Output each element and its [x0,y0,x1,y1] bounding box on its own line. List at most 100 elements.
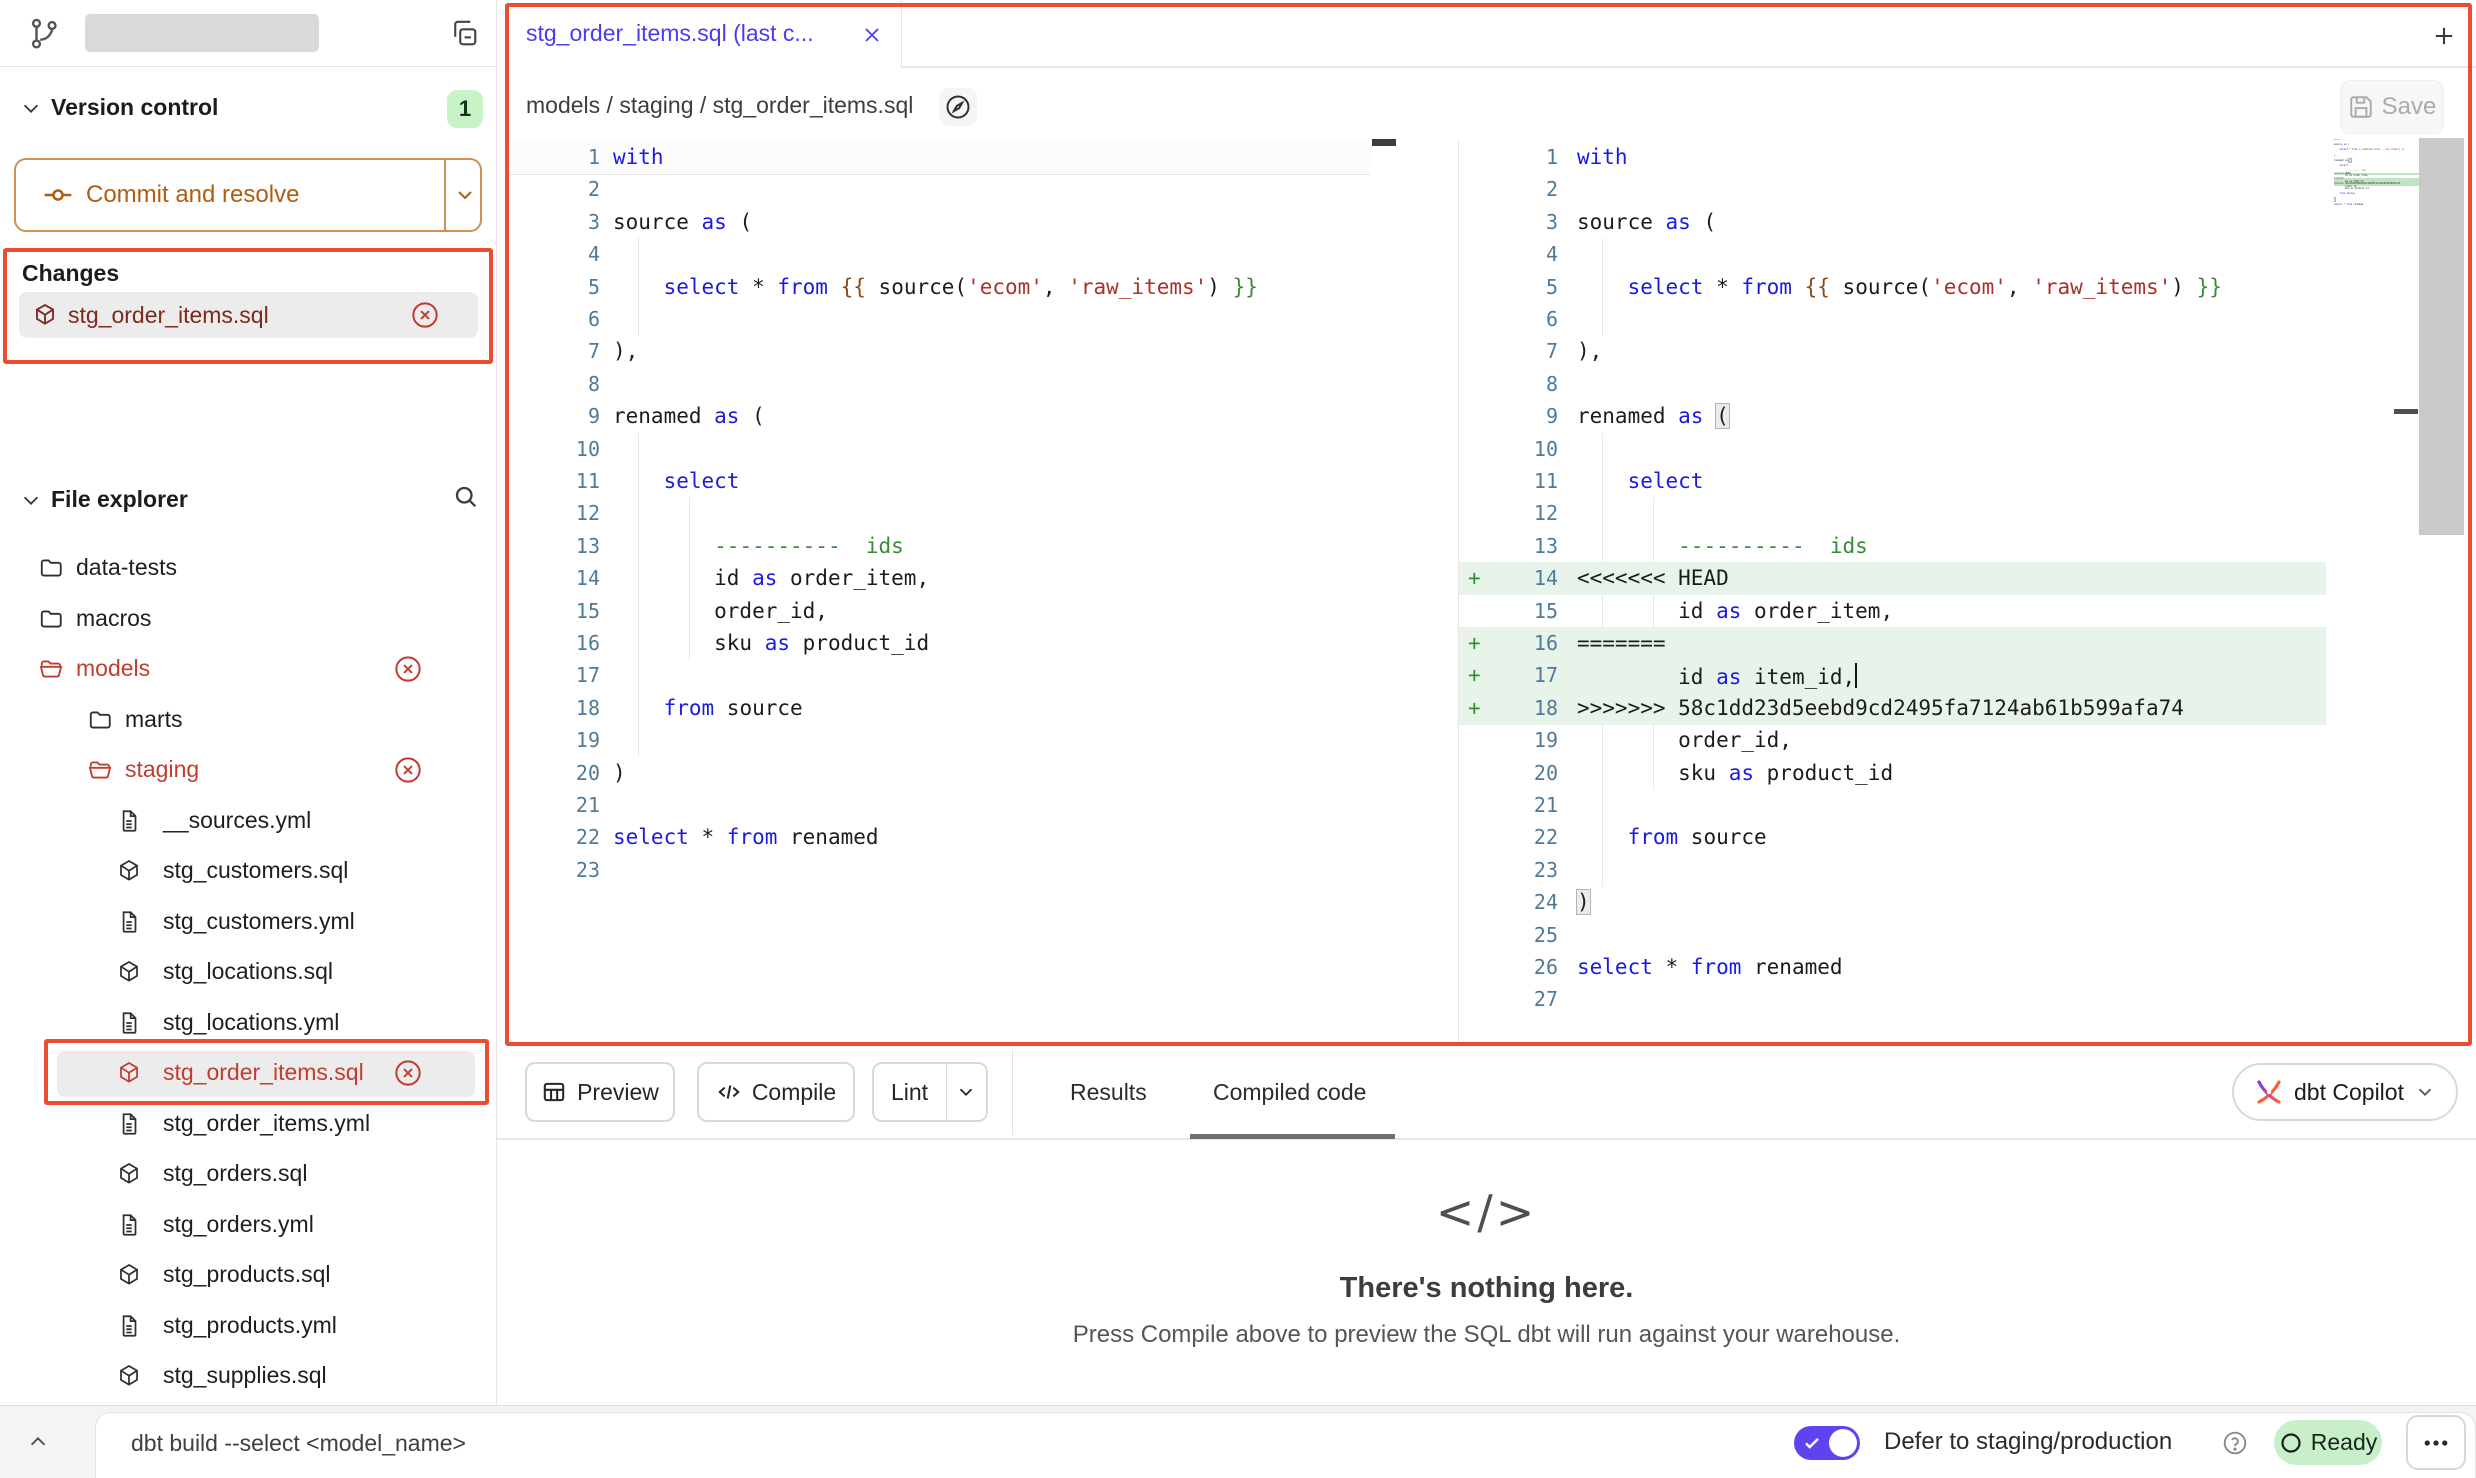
file-item-__sources.yml[interactable]: __sources.yml [0,796,497,846]
file-item-stg_customers.yml[interactable]: stg_customers.yml [0,897,497,947]
new-tab-plus-icon[interactable] [2430,22,2458,50]
code-line[interactable]: 7), [1459,335,2476,368]
code-line[interactable]: 7), [508,335,1371,368]
tab-results[interactable]: Results [1070,1079,1147,1106]
editor-pane-left[interactable]: 1with23source as (45 select * from {{ so… [508,141,1397,1046]
tab-compiled-code[interactable]: Compiled code [1213,1079,1366,1106]
help-icon[interactable] [2222,1430,2248,1456]
code-line[interactable]: 21 [508,789,1371,822]
discard-change-icon[interactable] [394,655,422,683]
more-options-button[interactable] [2406,1415,2466,1470]
file-item-stg_orders.sql[interactable]: stg_orders.sql [0,1149,497,1199]
code-line[interactable]: 13 ---------- ids [1459,530,2476,563]
file-item-models[interactable]: models [0,644,497,694]
file-item-stg_supplies.sql[interactable]: stg_supplies.sql [0,1351,497,1401]
file-item-stg_locations.yml[interactable]: stg_locations.yml [0,998,497,1048]
close-icon[interactable] [860,23,884,47]
file-item-data-tests[interactable]: data-tests [0,543,497,593]
code-line[interactable]: 15 order_id, [508,595,1371,628]
code-line[interactable]: 19 order_id, [1459,724,2476,757]
code-line[interactable]: 25 [1459,919,2476,952]
code-line[interactable]: 13 ---------- ids [508,530,1371,563]
code-line[interactable]: 12 [1459,497,2476,530]
code-line[interactable]: 3source as ( [1459,206,2476,239]
code-line[interactable]: 23 [1459,854,2476,887]
code-line[interactable]: 21 [1459,789,2476,822]
left-scrollbar-thumb[interactable] [1372,139,1396,146]
code-line[interactable]: 2 [508,173,1371,206]
file-item-marts[interactable]: marts [0,695,497,745]
minimap[interactable]: withsource as ( select * from {{ source(… [2334,139,2426,209]
code-line[interactable]: 26select * from renamed [1459,951,2476,984]
tab-title: stg_order_items.sql (last c... [526,20,814,47]
code-line[interactable]: 8 [1459,368,2476,401]
code-line[interactable]: 11 select [508,465,1371,498]
file-item-stg_locations.sql[interactable]: stg_locations.sql [0,947,497,997]
code-line[interactable]: 22 from source [1459,821,2476,854]
code-line[interactable]: 17 [508,659,1371,692]
compile-button[interactable]: Compile [697,1062,855,1122]
code-line[interactable]: 10 [508,433,1371,466]
code-empty-icon: </> [497,1185,2476,1239]
code-line[interactable]: 27 [1459,983,2476,1016]
doc-icon [116,808,142,834]
right-scrollbar-thumb[interactable] [2419,138,2464,535]
code-line[interactable]: 19 [508,724,1371,757]
file-item-label: stg_order_items.yml [163,1110,370,1137]
code-line[interactable]: 18 from source [508,692,1371,725]
file-item-label: stg_order_items.sql [163,1059,364,1086]
code-line[interactable]: 6 [1459,303,2476,336]
code-line[interactable]: 4 [508,238,1371,271]
code-line[interactable]: 16 sku as product_id [508,627,1371,660]
file-item-stg_orders.yml[interactable]: stg_orders.yml [0,1200,497,1250]
file-item-stg_products.sql[interactable]: stg_products.sql [0,1250,497,1300]
lint-button[interactable]: Lint [872,1062,988,1122]
lineage-compass-icon[interactable] [939,88,977,126]
code-line[interactable]: 1with [508,141,1371,174]
code-line[interactable]: 12 [508,497,1371,530]
code-line[interactable]: 10 [1459,433,2476,466]
defer-toggle[interactable] [1794,1426,1860,1460]
code-line[interactable]: 20 sku as product_id [1459,757,2476,790]
code-line[interactable]: 4 [1459,238,2476,271]
code-line[interactable]: 20) [508,757,1371,790]
code-line[interactable]: +18>>>>>>> 58c1dd23d5eebd9cd2495fa7124ab… [1459,692,2476,725]
file-item-macros[interactable]: macros [0,594,497,644]
file-item-stg_customers.sql[interactable]: stg_customers.sql [0,846,497,896]
command-input-placeholder[interactable]: dbt build --select <model_name> [131,1430,466,1457]
lint-dropdown-button[interactable] [946,1064,985,1120]
file-item-stg_products.yml[interactable]: stg_products.yml [0,1301,497,1351]
editor-pane-right[interactable]: 1with23source as (45 select * from {{ so… [1458,141,2476,1046]
preview-button[interactable]: Preview [525,1062,675,1122]
code-line[interactable]: 24) [1459,886,2476,919]
line-number: 17 [508,659,600,692]
code-line[interactable]: 8 [508,368,1371,401]
code-line[interactable]: 5 select * from {{ source('ecom', 'raw_i… [508,271,1371,304]
discard-change-icon[interactable] [394,756,422,784]
code-line[interactable]: 11 select [1459,465,2476,498]
code-line[interactable]: 5 select * from {{ source('ecom', 'raw_i… [1459,271,2476,304]
status-ready-badge[interactable]: Ready [2274,1420,2382,1465]
save-button[interactable]: Save [2340,80,2444,134]
file-item-staging[interactable]: staging [0,745,497,795]
code-line[interactable]: 14 id as order_item, [508,562,1371,595]
file-item-stg_order_items.sql[interactable]: stg_order_items.sql [0,1048,497,1098]
code-line[interactable]: 9renamed as ( [1459,400,2476,433]
code-line[interactable]: 22select * from renamed [508,821,1371,854]
discard-change-icon[interactable] [394,1059,422,1087]
chevron-up-icon[interactable] [26,1431,50,1453]
code-line[interactable]: 3source as ( [508,206,1371,239]
code-line[interactable]: +17 id as item_id, [1459,659,2476,692]
code-line[interactable]: 1with [1459,141,2476,174]
file-item-label: marts [125,706,183,733]
code-line[interactable]: 6 [508,303,1371,336]
code-line[interactable]: 9renamed as ( [508,400,1371,433]
code-line[interactable]: +14<<<<<<< HEAD [1459,562,2476,595]
code-line[interactable]: +16======= [1459,627,2476,660]
code-line[interactable]: 23 [508,854,1371,887]
code-line[interactable]: 15 id as order_item, [1459,595,2476,628]
tab-stg-order-items[interactable]: stg_order_items.sql (last c... [508,0,902,68]
dbt-copilot-button[interactable]: dbt Copilot [2232,1063,2458,1121]
file-item-stg_order_items.yml[interactable]: stg_order_items.yml [0,1099,497,1149]
code-line[interactable]: 2 [1459,173,2476,206]
